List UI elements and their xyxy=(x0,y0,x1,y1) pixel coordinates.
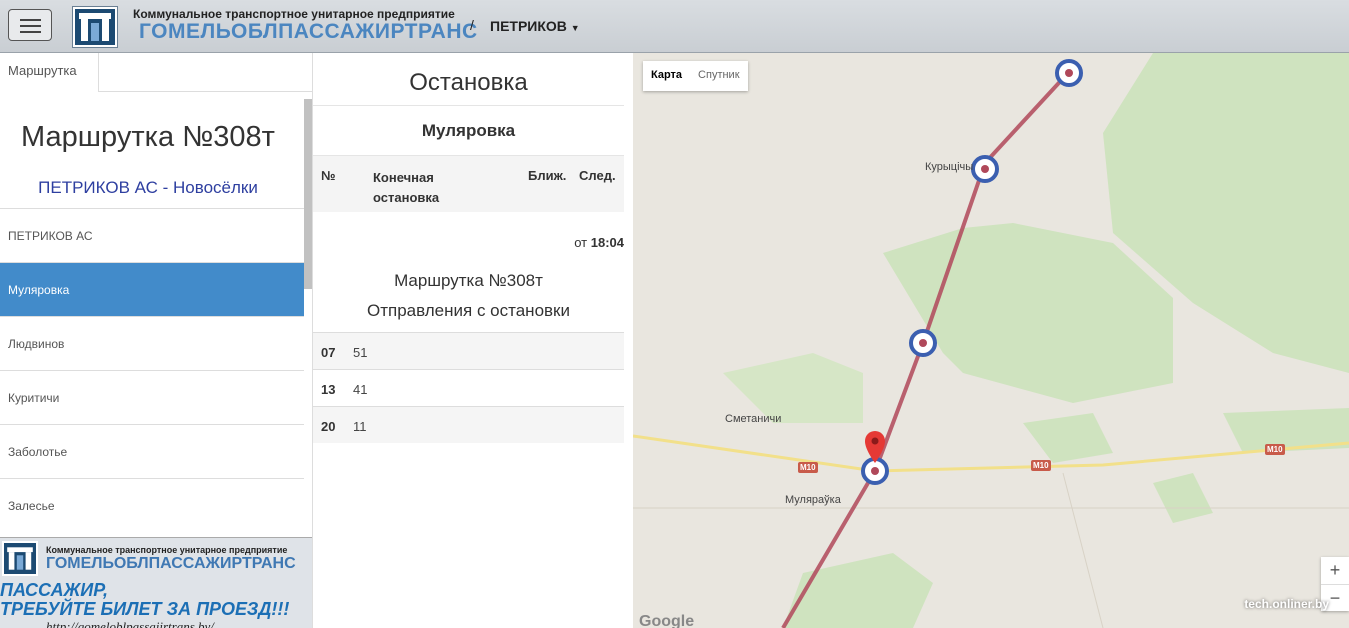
selected-stop-pin-icon[interactable] xyxy=(865,431,885,463)
from-time: от 18:04 xyxy=(574,235,624,250)
map-type-satellite-button[interactable]: Спутник xyxy=(690,61,747,91)
table-row: 13 41 xyxy=(313,369,624,406)
road-badge: M10 xyxy=(798,462,818,473)
place-label: Сметаничи xyxy=(725,413,782,425)
route-panel: Маршрутка Маршрутка №308т ПЕТРИКОВ АС - … xyxy=(0,53,313,628)
hour-cell: 20 xyxy=(321,419,336,434)
col-terminal-line2: остановка xyxy=(373,190,440,205)
banner-logo xyxy=(2,541,38,576)
from-label: от xyxy=(574,235,588,250)
hour-cell: 13 xyxy=(321,382,336,397)
logo-icon xyxy=(7,547,33,570)
city-dropdown[interactable]: ПЕТРИКОВ ▼ xyxy=(490,18,580,34)
ad-banner[interactable]: Коммунальное транспортное унитарное пред… xyxy=(0,537,312,628)
google-logo: Google xyxy=(639,613,695,628)
col-nearest: Ближ. xyxy=(528,168,567,183)
tab-marshrutka[interactable]: Маршрутка xyxy=(0,53,99,92)
org-subtitle: Коммунальное транспортное унитарное пред… xyxy=(133,7,455,21)
minutes-cell: 51 xyxy=(353,345,368,360)
city-label: ПЕТРИКОВ xyxy=(490,18,567,34)
panel-heading: Остановка xyxy=(409,69,528,96)
stop-name: Муляровка xyxy=(421,121,516,140)
map-view[interactable]: Карта Спутник Курыцічы Сметаничи Муляраў… xyxy=(633,53,1349,628)
stop-list: ПЕТРИКОВ АС Муляровка Людвинов Куритичи … xyxy=(0,208,304,532)
tab-divider xyxy=(99,91,312,92)
minutes-cell: 11 xyxy=(353,419,367,434)
map-canvas[interactable] xyxy=(633,53,1349,628)
direction-sep: - xyxy=(157,178,173,197)
watermark: tech.onliner.by xyxy=(1244,597,1329,611)
col-terminal: Конечная остановка xyxy=(373,168,439,208)
table-row: 07 51 xyxy=(313,332,624,369)
direction-from: ПЕТРИКОВ АС xyxy=(38,178,158,197)
stop-item[interactable]: Залесье xyxy=(0,478,304,532)
banner-url: http://gomeloblpassajirtrans.by/ xyxy=(46,619,214,628)
stop-item-active[interactable]: Муляровка xyxy=(0,262,304,316)
logo-icon xyxy=(79,13,111,41)
minor-road xyxy=(1062,472,1104,628)
banner-slogan: ПАССАЖИР, xyxy=(0,580,108,600)
map-type-toggle: Карта Спутник xyxy=(643,61,748,91)
minutes-cell: 41 xyxy=(353,382,368,397)
col-number: № xyxy=(321,168,336,183)
road-badge: M10 xyxy=(1265,444,1285,455)
forest-area xyxy=(1023,413,1113,463)
stop-item[interactable]: Людвинов xyxy=(0,316,304,370)
table-header: № Конечная остановка Ближ. След. xyxy=(313,156,624,212)
banner-slogan: ТРЕБУЙТЕ БИЛЕТ ЗА ПРОЕЗД!!! xyxy=(0,599,290,619)
route-direction[interactable]: ПЕТРИКОВ АС - Новосёлки xyxy=(0,178,296,198)
top-navbar: Коммунальное транспортное унитарное пред… xyxy=(0,0,1349,53)
col-next: След. xyxy=(579,168,616,183)
forest-area xyxy=(1223,408,1349,453)
col-terminal-line1: Конечная xyxy=(373,170,434,185)
departures-title: Маршрутка №308т Отправления с остановки xyxy=(313,266,624,326)
departures-table: 07 51 13 41 20 11 xyxy=(313,332,624,443)
table-row: 20 11 xyxy=(313,406,624,443)
company-logo[interactable] xyxy=(72,6,118,48)
divider xyxy=(313,105,624,106)
hour-cell: 07 xyxy=(321,345,336,360)
departures-route: Маршрутка №308т xyxy=(394,271,543,290)
scrollbar[interactable] xyxy=(304,99,312,289)
stop-item[interactable]: Куритичи xyxy=(0,370,304,424)
hamburger-icon xyxy=(20,19,41,21)
place-label: Курыцічы xyxy=(925,161,974,173)
zoom-in-button[interactable]: + xyxy=(1321,557,1349,584)
stop-item[interactable]: ПЕТРИКОВ АС xyxy=(0,208,304,262)
road-badge: M10 xyxy=(1031,460,1051,471)
forest-area xyxy=(883,223,1173,403)
route-title: Маршрутка №308т xyxy=(21,121,275,153)
org-name[interactable]: ГОМЕЛЬОБЛПАССАЖИРТРАНС xyxy=(139,20,478,44)
banner-subtitle: Коммунальное транспортное унитарное пред… xyxy=(46,545,288,555)
forest-area xyxy=(1153,473,1213,523)
bus-stop-marker[interactable] xyxy=(909,329,937,357)
from-time-value: 18:04 xyxy=(590,235,624,250)
caret-down-icon: ▼ xyxy=(570,23,580,33)
stop-item[interactable]: Заболотье xyxy=(0,424,304,478)
direction-to: Новосёлки xyxy=(173,178,258,197)
banner-org-name: ГОМЕЛЬОБЛПАССАЖИРТРАНС xyxy=(46,555,296,572)
departures-caption: Отправления с остановки xyxy=(367,301,570,320)
map-type-map-button[interactable]: Карта xyxy=(643,61,690,91)
bus-stop-marker[interactable] xyxy=(971,155,999,183)
breadcrumb-separator: / xyxy=(470,17,474,33)
place-label: Муляраўка xyxy=(785,494,841,506)
menu-toggle-button[interactable] xyxy=(8,9,52,41)
bus-stop-marker[interactable] xyxy=(1055,59,1083,87)
stop-panel: Остановка Муляровка № Конечная остановка… xyxy=(313,53,633,628)
